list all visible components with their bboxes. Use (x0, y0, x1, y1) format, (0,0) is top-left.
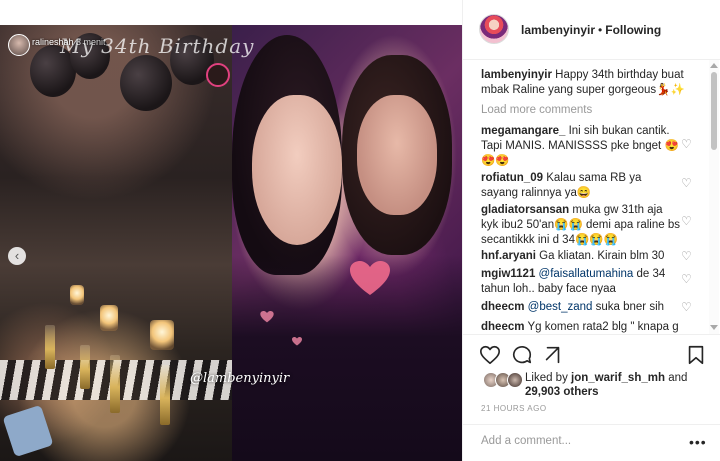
comment-item: rofiatun_09 Kalau sama RB ya sayang rali… (481, 171, 681, 201)
likes-conjunction: and (668, 372, 688, 384)
load-more-comments-button[interactable]: Load more comments (481, 104, 592, 116)
post-header: lambenyinyir • Following (463, 0, 720, 60)
champagne-glass (80, 345, 90, 389)
story-username-text: ralineshah (32, 37, 74, 47)
comment-heart-icon[interactable]: ♡ (681, 301, 693, 313)
comment-item: mgiw1121 @faisallatumahina de 34 tahun l… (481, 267, 681, 297)
comment-username[interactable]: megamangare_ (481, 125, 565, 137)
heart-sticker-icon (260, 311, 274, 323)
comment-heart-icon[interactable]: ♡ (681, 250, 693, 262)
scrollbar-thumb[interactable] (711, 72, 717, 150)
share-icon[interactable] (542, 344, 564, 366)
story-avatar (8, 34, 30, 56)
heart-sticker-icon (350, 261, 390, 295)
comment-text: suka bner sih (595, 301, 665, 313)
carousel-prev-button[interactable]: ‹ (8, 247, 26, 265)
candle (150, 320, 174, 350)
comment-item: dheecm Yg komen rata2 blg " knapa g (481, 320, 681, 334)
comment-item: megamangare_ Ini sih bukan cantik. Tapi … (481, 124, 681, 169)
add-comment-input[interactable] (481, 435, 681, 447)
heart-sticker-icon (292, 337, 302, 346)
party-photo (0, 25, 232, 461)
comment-username[interactable]: hnf.aryani (481, 250, 536, 262)
post-media[interactable]: My 34th Birthday ralineshah 3 menit @lam… (0, 25, 462, 461)
champagne-glass (45, 325, 55, 369)
face (252, 95, 342, 245)
comments-list[interactable]: lambenyinyir Happy 34th birthday buat mb… (463, 60, 720, 334)
comment-heart-icon[interactable]: ♡ (681, 177, 693, 189)
post-caption: lambenyinyir Happy 34th birthday buat mb… (481, 68, 703, 98)
watermark: @lambenyinyir (190, 371, 290, 386)
comment-item: gladiatorsansan muka gw 31th aja kyk ibu… (481, 203, 681, 248)
comment-heart-icon[interactable]: ♡ (681, 138, 693, 150)
story-badge (206, 63, 230, 87)
balloon (120, 55, 172, 111)
comment-text: Ga kliatan. Kirain blm 30 (539, 250, 665, 262)
caption-username[interactable]: lambenyinyir (481, 69, 552, 81)
likes-others-count[interactable]: 29,903 others (525, 386, 599, 398)
comment-username[interactable]: dheecm (481, 321, 524, 333)
header-user: lambenyinyir • Following (521, 23, 661, 37)
more-options-icon[interactable]: ••• (689, 434, 707, 450)
story-time: 3 menit (76, 37, 106, 47)
liker-username[interactable]: jon_warif_sh_mh (571, 372, 665, 384)
candle (70, 285, 84, 305)
story-username: ralineshah 3 menit (32, 37, 106, 47)
comment-username[interactable]: mgiw1121 (481, 268, 535, 280)
comment-item: hnf.aryani Ga kliatan. Kirain blm 30 (481, 249, 681, 264)
post-timestamp[interactable]: 21 HOURS AGO (481, 404, 547, 413)
heart-icon[interactable] (479, 344, 501, 366)
face (357, 95, 437, 215)
scroll-down-arrow-icon[interactable] (710, 325, 718, 330)
header-separator: • (598, 23, 603, 37)
dark-top (232, 255, 462, 461)
champagne-glass (110, 355, 120, 413)
avatar[interactable] (479, 14, 509, 44)
comment-item: dheecm @best_zand suka bner sih (481, 300, 681, 315)
comment-icon[interactable] (511, 344, 533, 366)
comment-mention[interactable]: @best_zand (528, 301, 593, 313)
likes-prefix: Liked by (525, 372, 568, 384)
liker-avatar (507, 372, 523, 388)
likes-text: Liked by jon_warif_sh_mh and 29,903 othe… (525, 371, 687, 399)
add-comment-bar: ••• (463, 424, 720, 461)
comment-heart-icon[interactable]: ♡ (681, 273, 693, 285)
chevron-left-icon: ‹ (14, 248, 20, 263)
selfie-photo (232, 25, 462, 461)
comment-username[interactable]: rofiatun_09 (481, 172, 543, 184)
scroll-up-arrow-icon[interactable] (710, 63, 718, 68)
likes-summary: Liked by jon_warif_sh_mh and 29,903 othe… (481, 370, 711, 400)
comment-heart-icon[interactable]: ♡ (681, 215, 693, 227)
following-button[interactable]: Following (605, 23, 661, 37)
bookmark-icon[interactable] (685, 344, 707, 366)
comment-username[interactable]: gladiatorsansan (481, 204, 569, 216)
post-side-panel: lambenyinyir • Following lambenyinyir Happ… (462, 0, 720, 461)
candle (100, 305, 118, 331)
comment-mention[interactable]: @faisallatumahina (539, 268, 634, 280)
comment-text: Yg komen rata2 blg " knapa g (527, 321, 679, 333)
champagne-glass (160, 365, 170, 425)
comment-username[interactable]: dheecm (481, 301, 524, 313)
action-bar (463, 334, 720, 374)
header-username[interactable]: lambenyinyir (521, 23, 595, 37)
phone (2, 404, 54, 458)
